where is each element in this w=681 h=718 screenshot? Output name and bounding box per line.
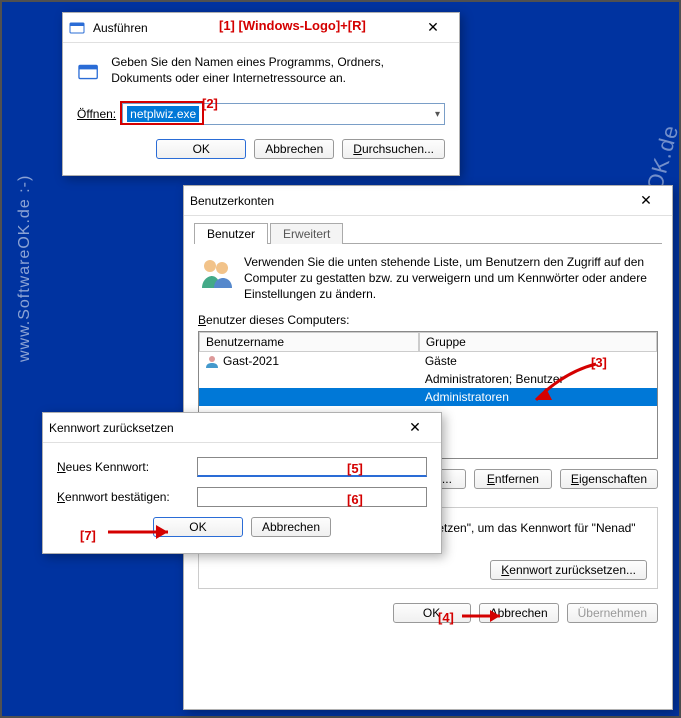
open-label: Öffnen: (77, 107, 116, 121)
cancel-button[interactable]: Abbrechen (254, 139, 334, 159)
tab-advanced[interactable]: Erweitert (270, 223, 343, 244)
tab-users[interactable]: Benutzer (194, 223, 268, 244)
table-row-selected[interactable]: Administratoren (199, 388, 657, 406)
list-label: Benutzer dieses Computers: (198, 313, 658, 327)
browse-button[interactable]: Durchsuchen... (342, 139, 445, 159)
close-icon[interactable]: ✕ (626, 187, 666, 215)
close-icon[interactable]: ✕ (413, 14, 453, 42)
column-username[interactable]: Benutzername (199, 332, 419, 352)
titlebar[interactable]: Ausführen ✕ (63, 13, 459, 43)
window-title: Ausführen (93, 21, 413, 35)
watermark-left: www.SoftwareOK.de :-) (16, 175, 34, 362)
ok-button[interactable]: OK (393, 603, 471, 623)
tabs: Benutzer Erweitert (194, 222, 662, 244)
run-description: Geben Sie den Namen eines Programms, Ord… (111, 55, 445, 89)
properties-button[interactable]: Eigenschaften (560, 469, 658, 489)
remove-button[interactable]: Entfernen (474, 469, 552, 489)
user-icon (205, 354, 219, 368)
titlebar[interactable]: Benutzerkonten ✕ (184, 186, 672, 216)
cancel-button[interactable]: Abbrechen (479, 603, 559, 623)
run-body-icon (77, 55, 99, 89)
ok-button[interactable]: OK (153, 517, 243, 537)
titlebar[interactable]: Kennwort zurücksetzen ✕ (43, 413, 441, 443)
confirm-password-label: Kennwort bestätigen: (57, 490, 197, 504)
run-dialog: Ausführen ✕ Geben Sie den Namen eines Pr… (62, 12, 460, 176)
info-text: Verwenden Sie die unten stehende Liste, … (244, 254, 658, 303)
window-title: Benutzerkonten (190, 194, 626, 208)
new-password-input[interactable] (197, 457, 427, 477)
close-icon[interactable]: ✕ (395, 414, 435, 442)
reset-password-dialog: Kennwort zurücksetzen ✕ Neues Kennwort: … (42, 412, 442, 554)
window-title: Kennwort zurücksetzen (49, 421, 395, 435)
chevron-down-icon[interactable]: ▾ (435, 109, 440, 120)
table-row[interactable]: Administratoren; Benutzer (199, 370, 657, 388)
table-row[interactable]: Gast-2021 Gäste (199, 352, 657, 370)
apply-button[interactable]: Übernehmen (567, 603, 658, 623)
confirm-password-input[interactable] (197, 487, 427, 507)
reset-password-button[interactable]: Kennwort zurücksetzen... (490, 560, 647, 580)
run-icon (69, 20, 85, 36)
ok-button[interactable]: OK (156, 139, 246, 159)
new-password-label: Neues Kennwort: (57, 460, 197, 474)
open-combo[interactable]: netplwiz.exe ▾ (122, 103, 445, 125)
open-value: netplwiz.exe (127, 106, 199, 122)
cancel-button[interactable]: Abbrechen (251, 517, 331, 537)
column-group[interactable]: Gruppe (419, 332, 657, 352)
users-icon (198, 254, 234, 290)
